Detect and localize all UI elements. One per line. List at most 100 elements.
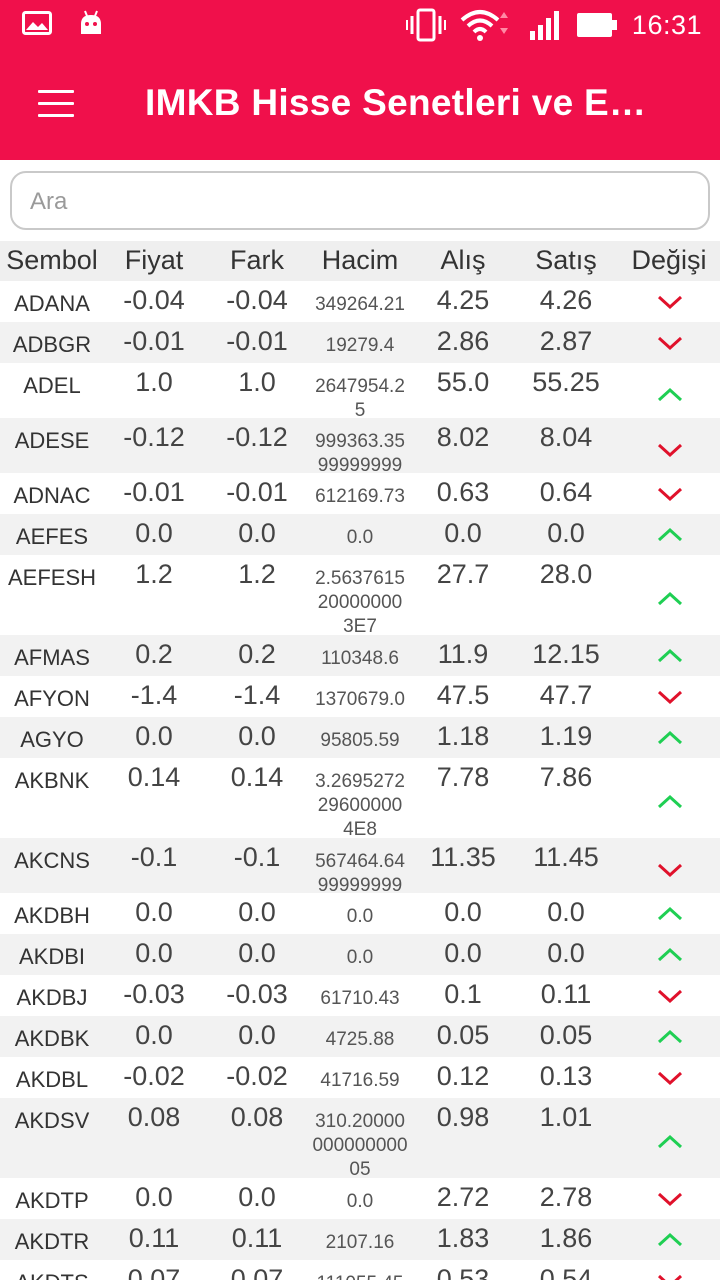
fiyat-cell: -0.03 <box>123 979 185 1009</box>
fark-cell: -0.01 <box>226 326 288 356</box>
fiyat-cell: 0.0 <box>135 721 173 751</box>
signal-icon <box>529 11 559 40</box>
table-row[interactable]: AKDBI 0.0 0.0 0.0 0.0 0.0 <box>0 934 720 975</box>
fark-cell: 0.08 <box>230 1102 284 1132</box>
trend-up-icon <box>657 730 683 745</box>
header-hacim[interactable]: Hacim <box>308 245 412 276</box>
hacim-cell: 3.269527229600000 4E8 <box>315 771 405 838</box>
alis-cell: 0.0 <box>444 897 482 927</box>
table-row[interactable]: ADANA -0.04 -0.04 349264.21 4.25 4.26 <box>0 281 720 322</box>
status-bar: 16:31 <box>0 0 720 52</box>
fiyat-cell: 0.08 <box>127 1102 181 1132</box>
alis-cell: 0.0 <box>444 518 482 548</box>
app-bar: IMKB Hisse Senetleri ve E… <box>0 52 720 160</box>
satis-cell: 28.0 <box>539 559 593 589</box>
fark-cell: 0.0 <box>238 721 276 751</box>
table-row[interactable]: ADNAC -0.01 -0.01 612169.73 0.63 0.64 <box>0 473 720 514</box>
symbol-cell: ADESE <box>14 428 90 453</box>
trend-up-icon <box>657 387 683 402</box>
fark-cell: 0.2 <box>238 639 276 669</box>
satis-cell: 47.7 <box>539 680 593 710</box>
fiyat-cell: 0.0 <box>135 938 173 968</box>
table-row[interactable]: AKDTP 0.0 0.0 0.0 2.72 2.78 <box>0 1178 720 1219</box>
satis-cell: 55.25 <box>532 367 600 397</box>
fark-cell: -0.04 <box>226 285 288 315</box>
trend-down-icon <box>657 989 683 1004</box>
satis-cell: 1.19 <box>539 721 593 751</box>
hacim-cell: 95805.59 <box>320 730 400 751</box>
hacim-cell: 349264.21 <box>315 294 405 315</box>
header-alis[interactable]: Alış <box>412 245 514 276</box>
fiyat-cell: 0.0 <box>135 897 173 927</box>
header-fark[interactable]: Fark <box>207 245 307 276</box>
hacim-cell: 41716.59 <box>320 1070 400 1091</box>
table-row[interactable]: AKCNS -0.1 -0.1 567464.6499999999 11.35 11.45 <box>0 838 720 893</box>
table-row[interactable]: AKDBH 0.0 0.0 0.0 0.0 0.0 <box>0 893 720 934</box>
symbol-cell: AKDTS <box>0 1270 104 1280</box>
trend-up-icon <box>657 794 683 809</box>
fark-cell: -1.4 <box>233 680 281 710</box>
symbol-cell: AEFESH <box>7 565 97 590</box>
symbol-cell: AKCNS <box>14 848 90 873</box>
alis-cell: 0.98 <box>436 1102 490 1132</box>
table-row[interactable]: AEFES 0.0 0.0 0.0 0.0 0.0 <box>0 514 720 555</box>
header-degisim[interactable]: Değişi <box>620 245 718 276</box>
table-row[interactable]: AKDBK 0.0 0.0 4725.88 0.05 0.05 <box>0 1016 720 1057</box>
header-fiyat[interactable]: Fiyat <box>104 245 204 276</box>
trend-up-icon <box>657 648 683 663</box>
symbol-cell: AKDBK <box>14 1026 90 1051</box>
table-row[interactable]: ADBGR -0.01 -0.01 19279.4 2.86 2.87 <box>0 322 720 363</box>
table-row[interactable]: AKDBL -0.02 -0.02 41716.59 0.12 0.13 <box>0 1057 720 1098</box>
header-sembol[interactable]: Sembol <box>0 245 104 276</box>
search-input[interactable] <box>30 183 690 221</box>
trend-down-icon <box>657 295 683 310</box>
alis-cell: 27.7 <box>436 559 490 589</box>
fiyat-cell: -0.01 <box>123 326 185 356</box>
status-time: 16:31 <box>631 9 702 40</box>
satis-cell: 0.05 <box>539 1020 593 1050</box>
fark-cell: 0.0 <box>238 938 276 968</box>
fark-cell: 0.07 <box>230 1264 284 1280</box>
table-row[interactable]: AGYO 0.0 0.0 95805.59 1.18 1.19 <box>0 717 720 758</box>
symbol-cell: AKDTP <box>15 1188 89 1213</box>
table-row[interactable]: AFYON -1.4 -1.4 1370679.0 47.5 47.7 <box>0 676 720 717</box>
hacim-cell: 0.0 <box>346 906 374 927</box>
table-row[interactable]: AKDSV 0.08 0.08 310.2000000000000005 0.98 1.0… <box>0 1098 720 1178</box>
satis-cell: 0.0 <box>547 897 585 927</box>
alis-cell: 4.25 <box>436 285 490 315</box>
satis-cell: 0.11 <box>540 979 592 1009</box>
fark-cell: 0.0 <box>238 1182 276 1212</box>
trend-down-icon <box>657 690 683 705</box>
search-box[interactable] <box>10 171 710 230</box>
satis-cell: 0.0 <box>547 518 585 548</box>
hamburger-menu-icon[interactable] <box>38 90 76 120</box>
satis-cell: 0.13 <box>539 1061 593 1091</box>
fiyat-cell: 1.0 <box>135 367 173 397</box>
table-row[interactable]: AEFESH 1.2 1.2 2.563761520000000 3E7 27.7 28.… <box>0 555 720 635</box>
satis-cell: 8.04 <box>539 422 593 452</box>
alis-cell: 1.18 <box>436 721 490 751</box>
header-satis[interactable]: Satış <box>515 245 617 276</box>
satis-cell: 0.0 <box>547 938 585 968</box>
symbol-cell: AFMAS <box>14 645 90 670</box>
hacim-cell: 2.563761520000000 3E7 <box>315 568 405 635</box>
alis-cell: 55.0 <box>436 367 490 397</box>
fiyat-cell: 0.07 <box>127 1264 181 1280</box>
alis-cell: 7.78 <box>436 762 490 792</box>
symbol-cell: ADBGR <box>12 332 92 357</box>
table-row[interactable]: AKDTR 0.11 0.11 2107.16 1.83 1.86 <box>0 1219 720 1260</box>
trend-up-icon <box>657 906 683 921</box>
fiyat-cell: -0.04 <box>123 285 185 315</box>
table-row[interactable]: ADEL 1.0 1.0 2647954.25 55.0 55.25 <box>0 363 720 418</box>
table-row[interactable]: ADESE -0.12 -0.12 999363.3599999999 8.02 8.04 <box>0 418 720 473</box>
table-row[interactable]: AKDBJ -0.03 -0.03 61710.43 0.1 0.11 <box>0 975 720 1016</box>
table-row[interactable]: AKDTS 0.07 0.07 111055.45 0.53 0.54 <box>0 1260 720 1280</box>
symbol-cell: ADEL <box>23 373 81 398</box>
alis-cell: 0.0 <box>444 938 482 968</box>
satis-cell: 1.01 <box>539 1102 593 1132</box>
table-row[interactable]: AKBNK 0.14 0.14 3.269527229600000 4E8 7.78 7.… <box>0 758 720 838</box>
fiyat-cell: 0.0 <box>135 1182 173 1212</box>
satis-cell: 0.54 <box>539 1264 593 1280</box>
table-row[interactable]: AFMAS 0.2 0.2 110348.6 11.9 12.15 <box>0 635 720 676</box>
table-header: Sembol Fiyat Fark Hacim Alış Satış Değiş… <box>0 241 720 281</box>
